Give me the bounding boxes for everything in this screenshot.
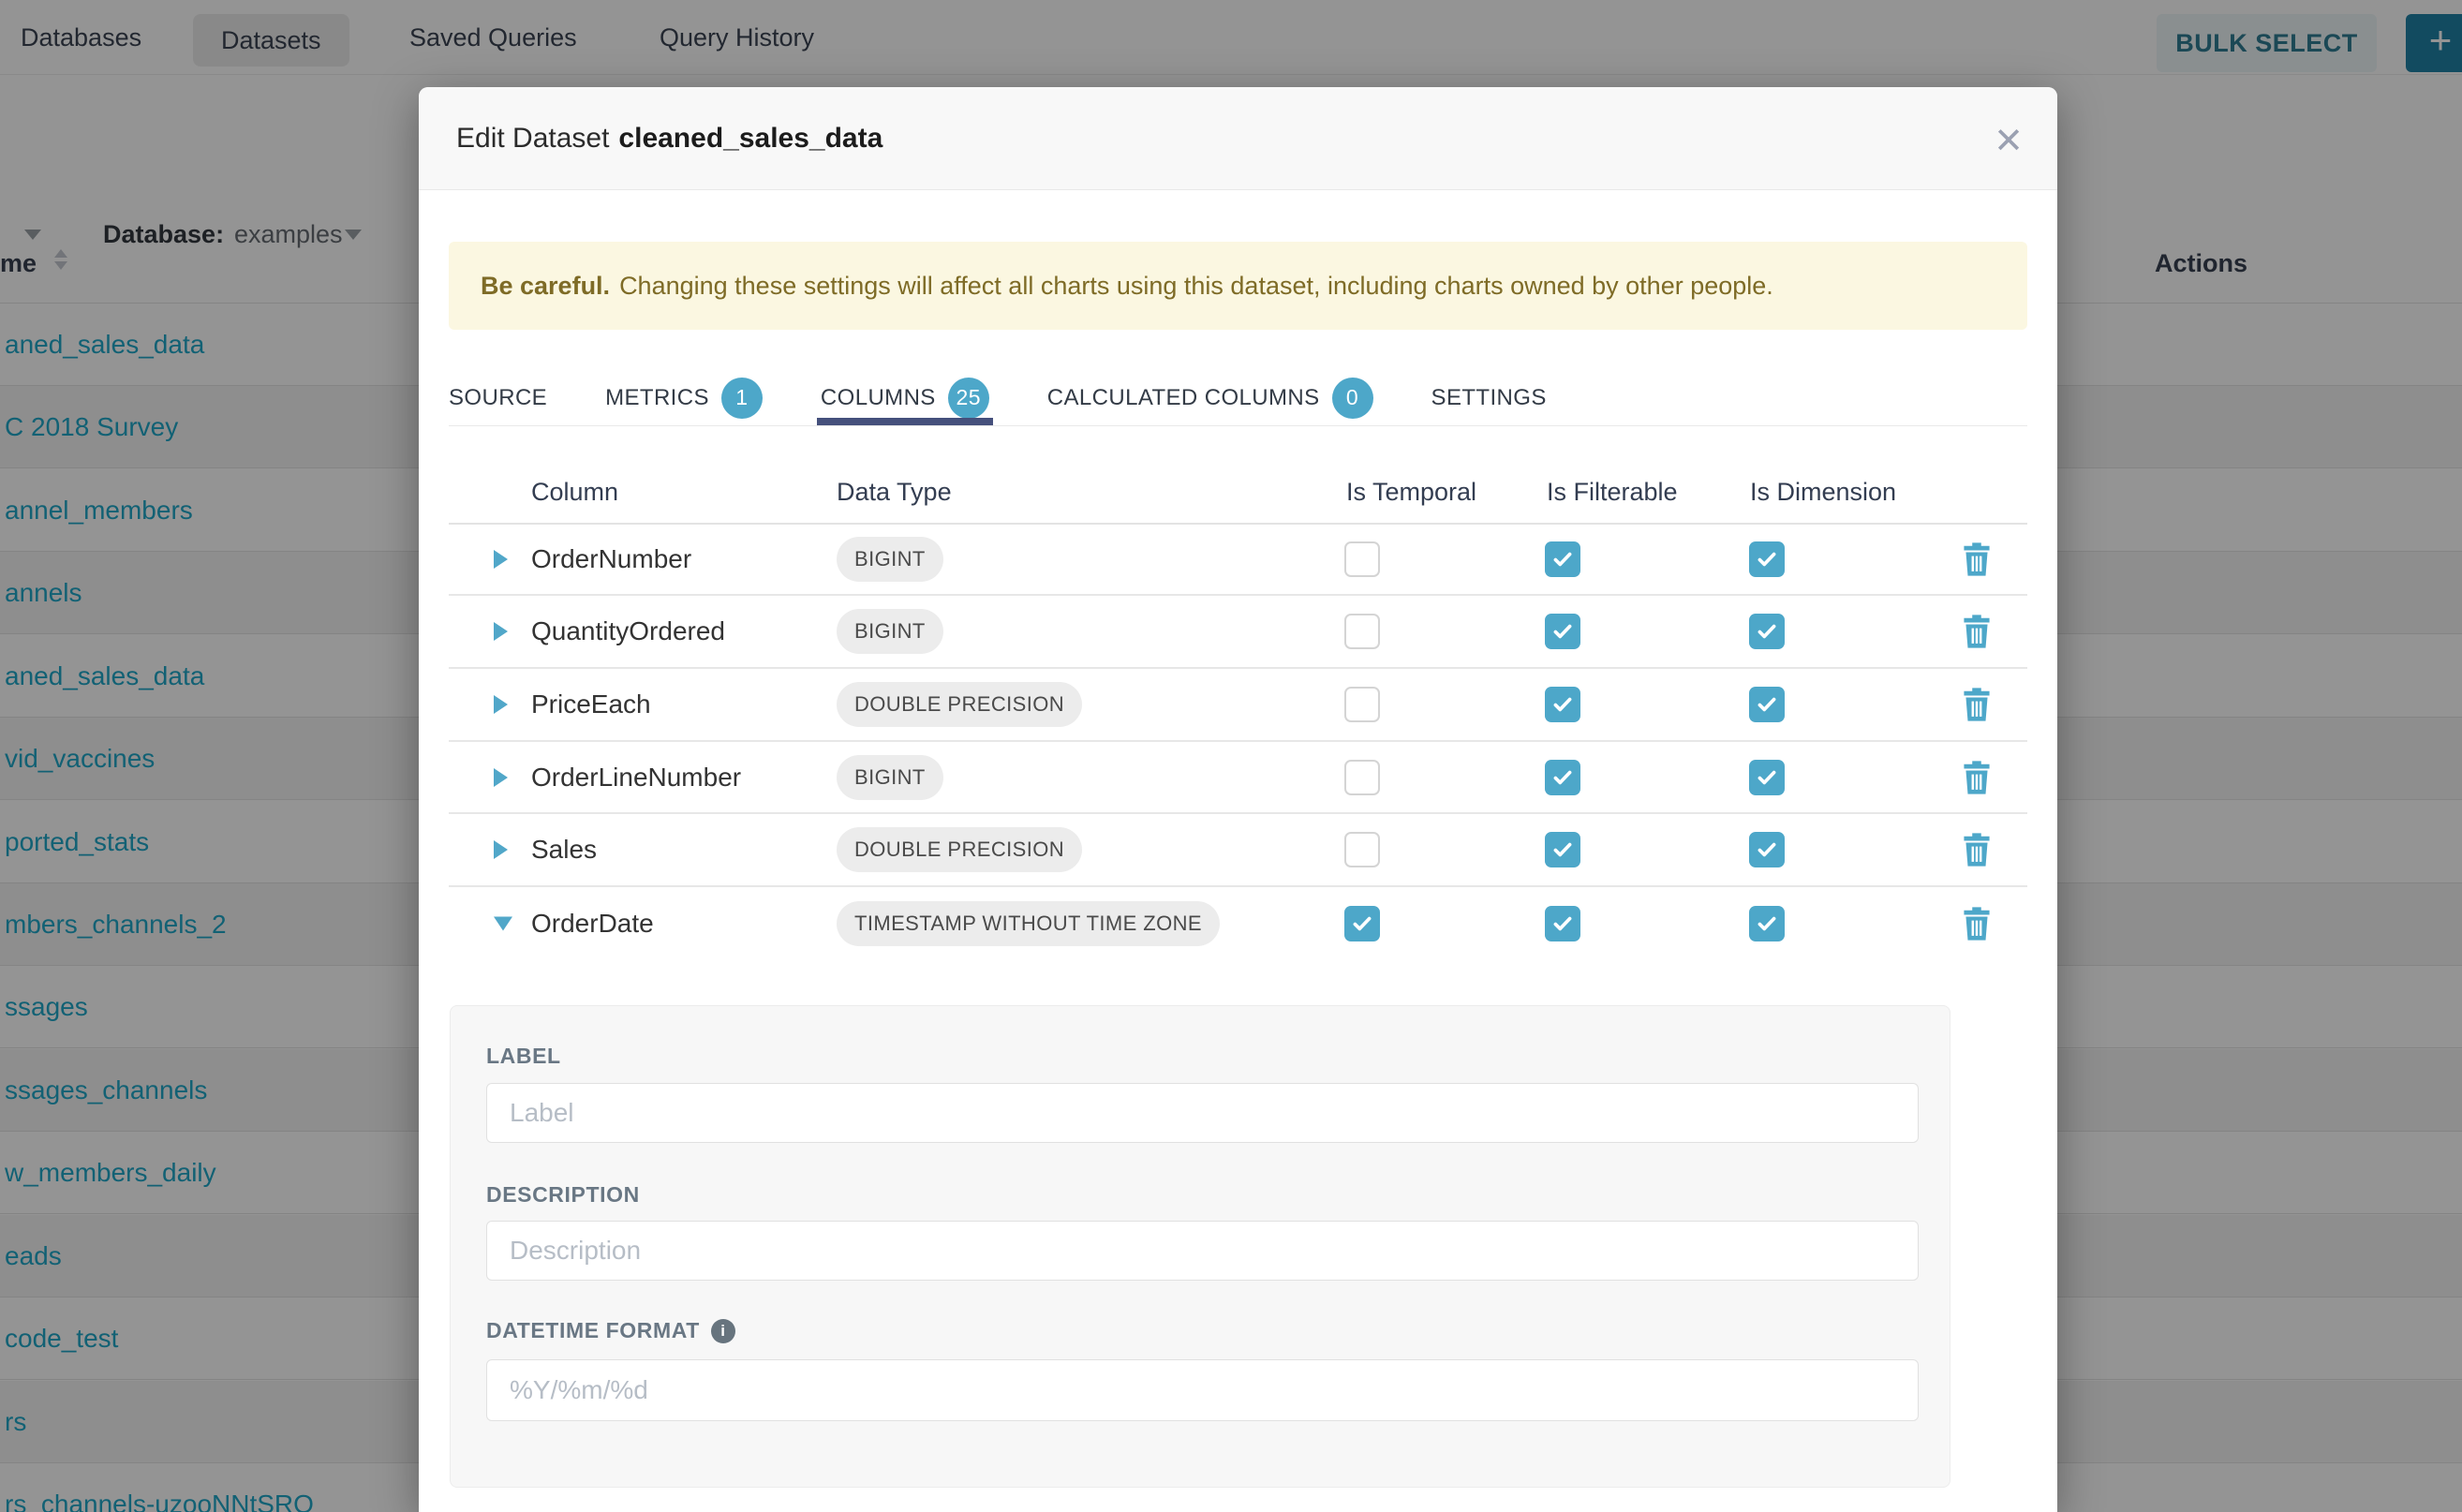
header-is-dimension: Is Dimension — [1750, 478, 1896, 507]
columns-table-header: Column Data Type Is Temporal Is Filterab… — [449, 426, 2027, 525]
delete-column-icon[interactable] — [1961, 760, 1993, 795]
data-type-pill: BIGINT — [837, 537, 943, 582]
column-name: Sales — [531, 835, 597, 865]
column-row: OrderLineNumber BIGINT — [449, 742, 2027, 814]
column-name: OrderNumber — [531, 544, 691, 574]
is-temporal-checkbox[interactable] — [1344, 760, 1380, 795]
header-column: Column — [531, 478, 618, 507]
column-row: Sales DOUBLE PRECISION — [449, 814, 2027, 887]
warning-banner-bold: Be careful. — [481, 272, 610, 301]
is-temporal-checkbox[interactable] — [1344, 541, 1380, 577]
is-dimension-checkbox[interactable] — [1749, 541, 1785, 577]
data-type-pill: BIGINT — [837, 755, 943, 800]
warning-banner: Be careful. Changing these settings will… — [449, 242, 2027, 330]
delete-column-icon[interactable] — [1961, 832, 1993, 867]
column-name: OrderLineNumber — [531, 763, 741, 793]
datetime-format-field-label: DATETIME FORMAT i — [486, 1318, 735, 1343]
calculated-columns-count-badge: 0 — [1332, 378, 1373, 419]
column-row: OrderNumber BIGINT — [449, 525, 2027, 596]
tab-calculated-columns[interactable]: CALCULATED COLUMNS 0 — [1047, 370, 1373, 425]
collapse-caret-icon[interactable] — [494, 917, 512, 931]
expand-caret-icon[interactable] — [494, 695, 508, 714]
label-field-label: LABEL — [486, 1044, 561, 1069]
expand-caret-icon[interactable] — [494, 768, 508, 787]
delete-column-icon[interactable] — [1961, 906, 1993, 941]
is-dimension-checkbox[interactable] — [1749, 614, 1785, 649]
is-temporal-checkbox[interactable] — [1344, 687, 1380, 722]
is-filterable-checkbox[interactable] — [1545, 906, 1580, 941]
column-name: PriceEach — [531, 689, 651, 719]
header-is-filterable: Is Filterable — [1547, 478, 1678, 507]
info-icon[interactable]: i — [711, 1319, 735, 1343]
column-row: QuantityOrdered BIGINT — [449, 596, 2027, 669]
data-type-pill: DOUBLE PRECISION — [837, 682, 1082, 727]
warning-banner-text: Changing these settings will affect all … — [619, 272, 1773, 301]
delete-column-icon[interactable] — [1961, 687, 1993, 722]
delete-column-icon[interactable] — [1961, 614, 1993, 649]
data-type-pill: TIMESTAMP WITHOUT TIME ZONE — [837, 901, 1220, 946]
tab-settings[interactable]: SETTINGS — [1431, 370, 1547, 425]
metrics-count-badge: 1 — [721, 378, 763, 419]
modal-tabs: SOURCE METRICS 1 COLUMNS 25 CALCULATED C… — [449, 370, 2027, 426]
column-row: PriceEach DOUBLE PRECISION — [449, 669, 2027, 742]
close-icon[interactable]: ✕ — [1985, 117, 2032, 164]
column-row-expanded: OrderDate TIMESTAMP WITHOUT TIME ZONE — [449, 887, 2027, 960]
column-name: QuantityOrdered — [531, 616, 725, 646]
datetime-format-input[interactable] — [486, 1359, 1919, 1421]
tab-columns[interactable]: COLUMNS 25 — [821, 370, 989, 425]
tab-source[interactable]: SOURCE — [449, 370, 547, 425]
is-dimension-checkbox[interactable] — [1749, 906, 1785, 941]
description-input[interactable] — [486, 1221, 1919, 1281]
modal-title: Edit Dataset cleaned_sales_data — [456, 87, 882, 190]
is-temporal-checkbox[interactable] — [1344, 906, 1380, 941]
header-data-type: Data Type — [837, 478, 952, 507]
is-temporal-checkbox[interactable] — [1344, 614, 1380, 649]
is-dimension-checkbox[interactable] — [1749, 760, 1785, 795]
data-type-pill: DOUBLE PRECISION — [837, 827, 1082, 872]
is-filterable-checkbox[interactable] — [1545, 687, 1580, 722]
is-filterable-checkbox[interactable] — [1545, 614, 1580, 649]
edit-dataset-modal: Edit Dataset cleaned_sales_data ✕ Be car… — [419, 87, 2057, 1512]
delete-column-icon[interactable] — [1961, 541, 1993, 577]
is-filterable-checkbox[interactable] — [1545, 541, 1580, 577]
data-type-pill: BIGINT — [837, 609, 943, 654]
modal-header: Edit Dataset cleaned_sales_data ✕ — [419, 87, 2057, 190]
is-dimension-checkbox[interactable] — [1749, 832, 1785, 867]
expand-caret-icon[interactable] — [494, 840, 508, 859]
is-filterable-checkbox[interactable] — [1545, 832, 1580, 867]
label-input[interactable] — [486, 1083, 1919, 1143]
column-name: OrderDate — [531, 909, 654, 939]
column-editor-panel: LABEL DESCRIPTION DATETIME FORMAT i — [450, 1005, 1950, 1488]
header-is-temporal: Is Temporal — [1346, 478, 1476, 507]
modal-title-dataset-name: cleaned_sales_data — [618, 123, 882, 155]
is-temporal-checkbox[interactable] — [1344, 832, 1380, 867]
expand-caret-icon[interactable] — [494, 550, 508, 569]
is-filterable-checkbox[interactable] — [1545, 760, 1580, 795]
columns-count-badge: 25 — [948, 378, 989, 419]
expand-caret-icon[interactable] — [494, 622, 508, 641]
is-dimension-checkbox[interactable] — [1749, 687, 1785, 722]
modal-title-prefix: Edit Dataset — [456, 123, 609, 155]
description-field-label: DESCRIPTION — [486, 1182, 640, 1208]
tab-metrics[interactable]: METRICS 1 — [605, 370, 763, 425]
